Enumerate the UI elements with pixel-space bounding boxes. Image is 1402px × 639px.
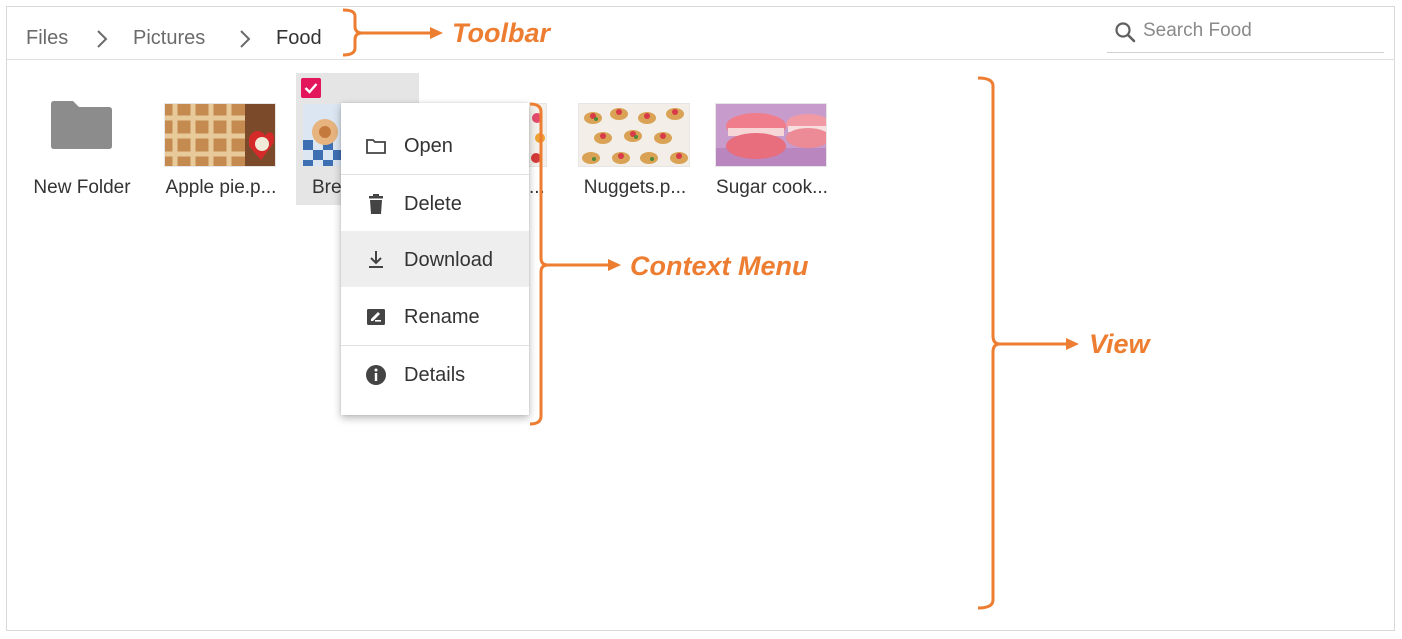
view-bracket	[977, 76, 1001, 610]
arrow-head-icon	[1066, 338, 1079, 350]
arrow-head-icon	[430, 27, 443, 39]
annotation-overlay	[342, 8, 1079, 610]
toolbar-bracket	[342, 8, 363, 57]
annotation-view: View	[1089, 329, 1150, 359]
annotation-toolbar: Toolbar	[452, 18, 550, 48]
arrow-head-icon	[608, 259, 621, 271]
context-menu-bracket	[529, 102, 549, 426]
annotation-context-menu: Context Menu	[630, 251, 809, 281]
